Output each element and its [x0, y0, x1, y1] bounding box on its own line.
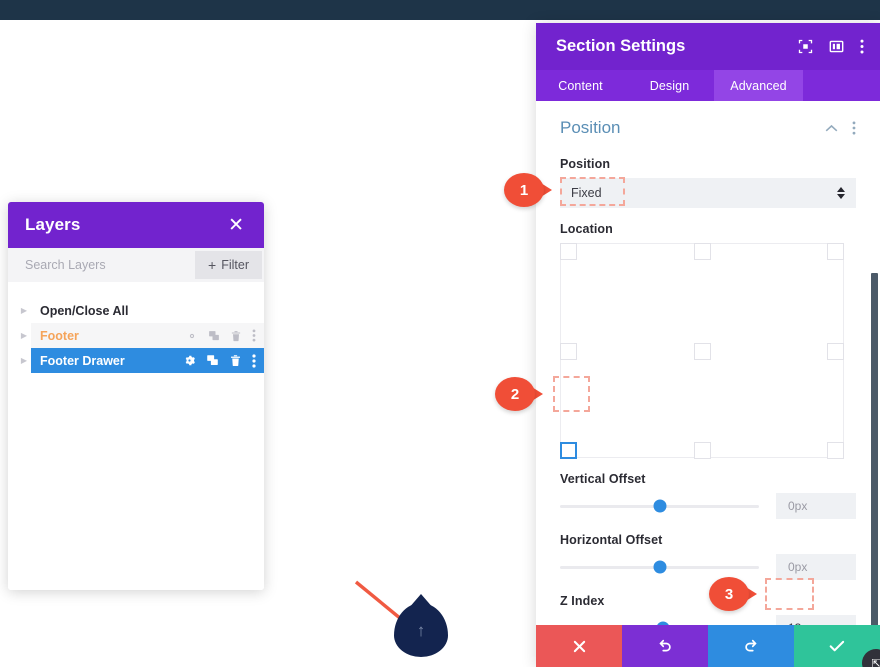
step-marker-2: 2 [495, 377, 543, 411]
layer-row-inner: Open/Close All [31, 298, 264, 323]
position-field: Position Fixed [560, 157, 856, 208]
plus-icon: + [208, 257, 217, 273]
chevron-right-icon[interactable]: ▶ [17, 306, 31, 315]
position-section-header[interactable]: Position [560, 101, 856, 143]
scroll-to-top-button[interactable]: ↑ [394, 594, 448, 659]
horizontal-offset-slider[interactable] [560, 558, 759, 576]
duplicate-icon[interactable] [208, 330, 220, 342]
layers-list: ▶ Open/Close All ▶ Footer ▶ Footer Drawe… [8, 282, 264, 590]
horizontal-offset-row: 0px [560, 554, 856, 580]
undo-button[interactable] [622, 625, 708, 667]
filter-button-label: Filter [221, 258, 249, 272]
layer-row-actions [186, 329, 256, 342]
cancel-button[interactable] [536, 625, 622, 667]
chevron-up-icon[interactable] [825, 124, 838, 133]
chevron-right-icon[interactable]: ▶ [17, 356, 31, 365]
slider-knob[interactable] [653, 560, 666, 574]
page-title: Section Settings [556, 37, 686, 55]
trash-icon[interactable] [230, 330, 242, 342]
layers-panel: Layers ✕ Search Layers + Filter ▶ Open/C… [8, 202, 264, 590]
arrow-up-icon: ↑ [416, 620, 426, 640]
position-select[interactable]: Fixed [560, 178, 856, 208]
more-vertical-icon[interactable] [252, 329, 256, 342]
wordpress-admin-bar [0, 0, 880, 20]
location-anchor-bottom-center[interactable] [694, 442, 711, 459]
more-vertical-icon[interactable] [852, 121, 856, 135]
location-anchor-bottom-right[interactable] [827, 442, 844, 459]
vertical-offset-input[interactable]: 0px [776, 493, 856, 519]
settings-header-actions [798, 39, 864, 54]
layers-panel-title: Layers [25, 215, 81, 234]
step-marker-1-number: 1 [504, 173, 544, 207]
position-label: Position [560, 157, 611, 171]
location-anchor-grid [560, 243, 844, 459]
search-layers-input[interactable]: Search Layers [25, 258, 106, 272]
section-header-actions [825, 121, 856, 135]
duplicate-icon[interactable] [206, 354, 219, 367]
slider-knob[interactable] [653, 499, 666, 513]
tab-design[interactable]: Design [625, 70, 714, 101]
horizontal-offset-label: Horizontal Offset [560, 533, 663, 547]
layer-row-actions [183, 353, 256, 368]
settings-action-bar: ⇱ [536, 625, 880, 667]
chevron-right-icon[interactable]: ▶ [17, 331, 31, 340]
filter-button[interactable]: + Filter [195, 251, 262, 279]
more-vertical-icon[interactable] [860, 39, 864, 54]
step-marker-1: 1 [504, 173, 552, 207]
step-marker-2-number: 2 [495, 377, 535, 411]
settings-scrollbar[interactable] [871, 273, 878, 633]
gear-icon[interactable] [183, 354, 196, 367]
step-marker-3-number: 3 [709, 577, 749, 611]
trash-icon[interactable] [229, 354, 242, 367]
layers-panel-header: Layers ✕ [8, 202, 264, 248]
location-label: Location [560, 222, 613, 236]
focus-icon[interactable] [798, 39, 813, 54]
layer-row-inner: Footer Drawer [31, 348, 264, 373]
tab-content[interactable]: Content [536, 70, 625, 101]
settings-tabs: Content Design Advanced [536, 70, 880, 101]
layers-search-row: Search Layers + Filter [8, 248, 264, 282]
location-anchor-top-center[interactable] [694, 243, 711, 260]
location-anchor-top-left[interactable] [560, 243, 577, 260]
section-settings-panel: Section Settings Content Design Advanced… [536, 23, 880, 667]
list-item-label: Footer Drawer [40, 353, 125, 368]
layer-row-open-close-all[interactable]: ▶ Open/Close All [8, 298, 264, 323]
location-anchor-center-left[interactable] [560, 343, 577, 360]
section-title: Position [560, 118, 621, 137]
position-select-wrap: Fixed [560, 178, 856, 208]
step-marker-3: 3 [709, 577, 757, 611]
panel-layout-icon[interactable] [829, 39, 844, 54]
more-vertical-icon[interactable] [252, 353, 256, 368]
layer-row-footer-drawer[interactable]: ▶ Footer Drawer [8, 348, 264, 373]
location-field: Location [560, 222, 856, 459]
location-anchor-top-right[interactable] [827, 243, 844, 260]
tab-advanced[interactable]: Advanced [714, 70, 803, 101]
location-anchor-center-center[interactable] [694, 343, 711, 360]
vertical-offset-row: 0px [560, 493, 856, 519]
horizontal-offset-field: Horizontal Offset 0px [560, 533, 856, 580]
horizontal-offset-input[interactable]: 0px [776, 554, 856, 580]
screenshot-root: Layers ✕ Search Layers + Filter ▶ Open/C… [0, 0, 880, 667]
layer-row-inner: Footer [31, 323, 264, 348]
teardrop-shape: ↑ [394, 603, 448, 657]
redo-button[interactable] [708, 625, 794, 667]
z-index-label: Z Index [560, 594, 605, 608]
settings-panel-header: Section Settings [536, 23, 880, 70]
layer-row-footer[interactable]: ▶ Footer [8, 323, 264, 348]
location-anchor-bottom-left[interactable] [560, 442, 577, 459]
settings-scroll-area: Position Position Fixed Location Vertica… [536, 101, 880, 641]
vertical-offset-label: Vertical Offset [560, 472, 646, 486]
list-item-label: Footer [40, 328, 79, 343]
close-icon[interactable]: ✕ [225, 214, 247, 237]
list-item-label: Open/Close All [40, 303, 129, 318]
gear-icon[interactable] [186, 330, 198, 342]
location-anchor-center-right[interactable] [827, 343, 844, 360]
vertical-offset-field: Vertical Offset 0px [560, 472, 856, 519]
vertical-offset-slider[interactable] [560, 497, 759, 515]
